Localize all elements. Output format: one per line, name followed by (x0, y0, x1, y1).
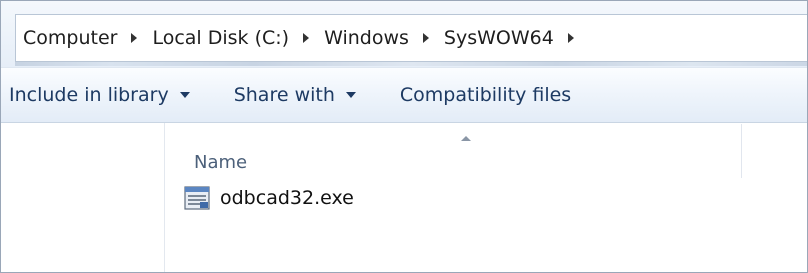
chevron-down-icon (179, 92, 190, 98)
address-bar: Computer Local Disk (C:) Windows SysWOW6… (1, 1, 807, 67)
crumb-separator-icon[interactable] (567, 33, 574, 43)
explorer-window: Computer Local Disk (C:) Windows SysWOW6… (0, 0, 808, 273)
column-header-name[interactable]: Name (178, 129, 807, 181)
navigation-pane[interactable] (1, 123, 165, 272)
file-name: odbcad32.exe (220, 187, 354, 209)
include-in-library-label: Include in library (9, 84, 169, 106)
share-with-label: Share with (233, 84, 335, 106)
crumb-separator-icon[interactable] (422, 33, 429, 43)
chevron-down-icon (345, 92, 356, 98)
crumb-separator-icon[interactable] (303, 33, 310, 43)
address-bar-divider (15, 62, 807, 66)
list-item[interactable]: odbcad32.exe (182, 180, 807, 216)
crumb-local-disk[interactable]: Local Disk (C:) (150, 27, 291, 49)
command-toolbar: Include in library Share with Compatibil… (1, 67, 807, 123)
crumb-syswow64[interactable]: SysWOW64 (442, 27, 556, 49)
crumb-separator-icon[interactable] (131, 33, 138, 43)
compatibility-files-label: Compatibility files (399, 84, 572, 106)
file-list-pane: Name odbcad32.exe (1, 123, 807, 272)
crumb-windows[interactable]: Windows (322, 27, 411, 49)
crumb-computer[interactable]: Computer (21, 27, 119, 49)
column-header-label: Name (194, 152, 248, 173)
compatibility-files-button[interactable]: Compatibility files (400, 68, 571, 122)
sort-ascending-icon (461, 136, 471, 141)
column-divider[interactable] (741, 124, 742, 178)
share-with-button[interactable]: Share with (234, 68, 356, 122)
application-icon (184, 186, 210, 210)
breadcrumb: Computer Local Disk (C:) Windows SysWOW6… (21, 14, 587, 62)
include-in-library-button[interactable]: Include in library (9, 68, 190, 122)
